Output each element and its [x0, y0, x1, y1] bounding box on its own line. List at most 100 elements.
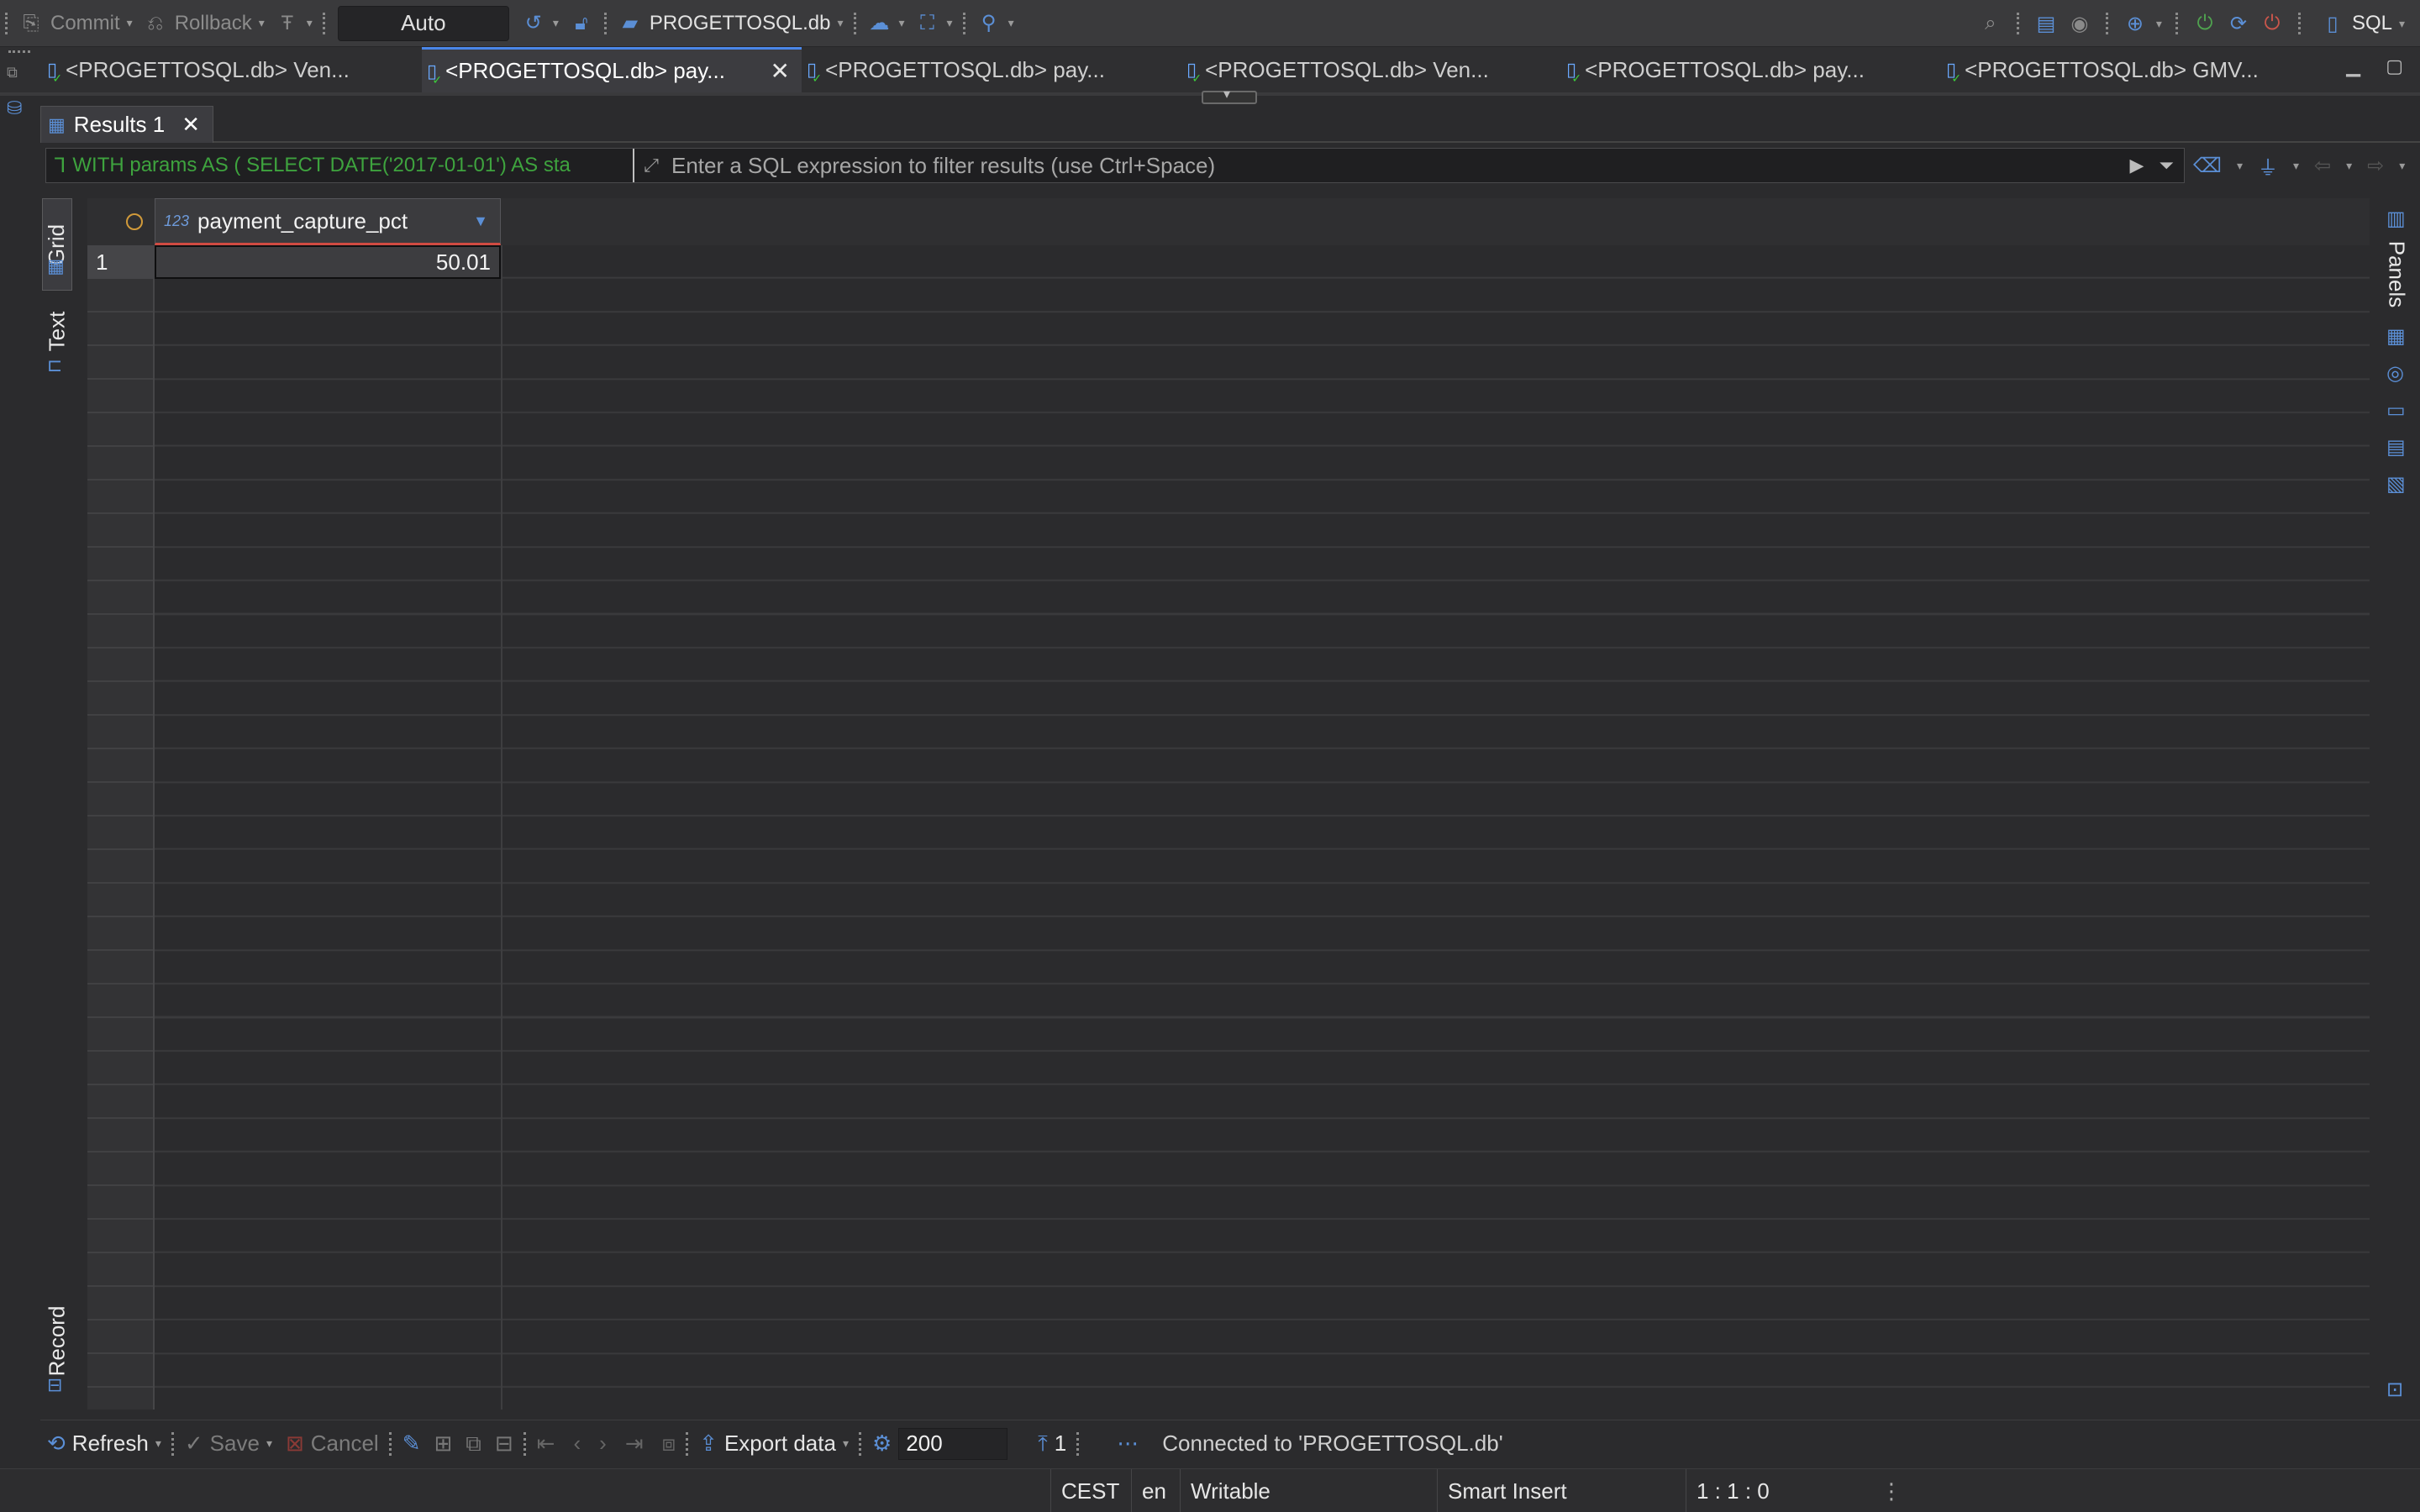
- minimize-icon[interactable]: ▁: [2346, 55, 2360, 77]
- commit-button[interactable]: ⎘ Commit ▾: [13, 0, 138, 47]
- chevron-down-icon[interactable]: ▾: [837, 16, 843, 30]
- disconnect-icon[interactable]: ⏻: [2260, 11, 2285, 36]
- chevron-down-icon[interactable]: ▾: [1008, 16, 1014, 30]
- database-navigator-icon[interactable]: ⛁: [7, 97, 22, 119]
- chevron-down-icon[interactable]: ▾: [553, 16, 559, 30]
- eraser-icon[interactable]: ⌫: [2193, 154, 2222, 178]
- panels-label[interactable]: Panels: [2381, 232, 2412, 316]
- chevron-down-icon[interactable]: ▾: [843, 1436, 849, 1451]
- chevron-down-icon[interactable]: ▾: [307, 16, 313, 30]
- record-icon[interactable]: ⊟: [47, 1374, 62, 1396]
- editor-split-handle[interactable]: [1202, 86, 1257, 104]
- connect-icon[interactable]: ⏻: [2192, 11, 2217, 36]
- transaction-mode-button[interactable]: Ŧ ▾: [270, 0, 318, 47]
- table-cell[interactable]: 50.01: [155, 245, 501, 279]
- rollback-button[interactable]: ⎌ Rollback ▾: [138, 0, 270, 47]
- chevron-down-icon[interactable]: ▾: [259, 16, 265, 30]
- calculator-icon[interactable]: ▭: [2386, 398, 2406, 423]
- network-button[interactable]: ⛶ ▾: [910, 0, 958, 47]
- maximize-icon[interactable]: ▢: [2386, 55, 2403, 77]
- text-icon[interactable]: ⊏: [47, 354, 62, 376]
- chevron-down-icon[interactable]: ▾: [947, 16, 953, 30]
- status-menu-icon[interactable]: ⋮: [1870, 1469, 1912, 1512]
- query-preview[interactable]: Ꞁ WITH params AS ( SELECT DATE('2017-01-…: [46, 149, 634, 182]
- editor-tab[interactable]: ▯ <PROGETTOSQL.db> Ven...: [1181, 47, 1561, 92]
- cursor-position[interactable]: 1 : 1 : 0: [1686, 1469, 1780, 1512]
- edit-row-icon[interactable]: ✎: [402, 1431, 421, 1457]
- editor-tab[interactable]: ▯ <PROGETTOSQL.db> GMV...: [1941, 47, 2321, 92]
- editor-tab[interactable]: ▯ <PROGETTOSQL.db> pay...: [1561, 47, 1941, 92]
- chevron-down-icon[interactable]: ▾: [2237, 159, 2243, 173]
- first-page-icon[interactable]: ⇤: [537, 1431, 555, 1457]
- results-tab[interactable]: ▦ Results 1 ✕: [40, 106, 213, 143]
- table-row[interactable]: 1 50.01: [87, 245, 2370, 279]
- references-icon[interactable]: ▧: [2386, 472, 2406, 496]
- refresh-button[interactable]: ⟲ Refresh ▾: [40, 1431, 168, 1457]
- locale-indicator[interactable]: en: [1131, 1469, 1176, 1512]
- editor-tab[interactable]: ▯ <PROGETTOSQL.db> pay...: [802, 47, 1181, 92]
- filter-history-icon[interactable]: ⏷: [2159, 155, 2174, 176]
- close-icon[interactable]: ✕: [771, 57, 790, 85]
- new-connection-icon[interactable]: ⊕: [2123, 11, 2148, 36]
- grouping-icon[interactable]: ▤: [2386, 435, 2406, 459]
- copy-row-icon[interactable]: ⧉: [466, 1431, 481, 1457]
- chevron-down-icon[interactable]: ▾: [2293, 159, 2299, 173]
- editor-tab-active[interactable]: ▯ <PROGETTOSQL.db> pay... ✕: [422, 47, 802, 92]
- chevron-down-icon[interactable]: ▾: [899, 16, 905, 30]
- avatar-icon[interactable]: ◉: [2067, 11, 2092, 36]
- sql-editor-button[interactable]: ▯ SQL ▾: [2315, 0, 2410, 47]
- select-all-icon[interactable]: [126, 213, 143, 230]
- search-tool-button[interactable]: ⚲ ▾: [971, 0, 1019, 47]
- datasource-selector[interactable]: ▰ PROGETTOSQL.db ▾: [613, 0, 849, 47]
- save-button[interactable]: ✓ Save ▾: [178, 1431, 279, 1457]
- new-folder-icon[interactable]: ▤: [2033, 11, 2059, 36]
- close-icon[interactable]: ✕: [182, 112, 200, 138]
- row-number[interactable]: 1: [87, 245, 155, 279]
- lock-button[interactable]: 🔓︎: [564, 0, 599, 47]
- filter-input[interactable]: [668, 149, 2130, 182]
- chevron-down-icon[interactable]: ▾: [155, 1436, 161, 1451]
- layout-icon[interactable]: ⊡: [2386, 1378, 2403, 1402]
- gear-icon[interactable]: ⚙: [872, 1431, 892, 1457]
- value-viewer-icon[interactable]: ◎: [2386, 361, 2404, 386]
- next-icon[interactable]: ›: [599, 1431, 607, 1457]
- export-data-button[interactable]: ⇪ Export data ▾: [692, 1431, 855, 1457]
- grid-icon[interactable]: ▦: [47, 255, 65, 277]
- writable-indicator[interactable]: Writable: [1180, 1469, 1281, 1512]
- add-row-icon[interactable]: ⊞: [434, 1431, 453, 1457]
- metadata-icon[interactable]: ▦: [2386, 324, 2406, 349]
- grid-corner[interactable]: [87, 198, 155, 245]
- restore-icon[interactable]: ⧉: [7, 64, 18, 81]
- search-icon[interactable]: ⌕: [1978, 11, 2003, 36]
- sort-icon[interactable]: ▼: [473, 213, 488, 230]
- column-divider[interactable]: [501, 245, 502, 1410]
- more-icon[interactable]: ⋯: [1117, 1431, 1139, 1457]
- apply-filter-icon[interactable]: ▶: [2129, 155, 2144, 176]
- cancel-button[interactable]: ⊠ Cancel: [279, 1431, 386, 1457]
- timezone-indicator[interactable]: CEST: [1050, 1469, 1129, 1512]
- chevron-down-icon[interactable]: ▾: [2399, 17, 2405, 31]
- previous-icon[interactable]: ‹: [573, 1431, 581, 1457]
- chevron-down-icon[interactable]: ▾: [127, 16, 133, 30]
- row-count[interactable]: ⤒ 1: [1031, 1431, 1073, 1457]
- back-icon[interactable]: ⇦: [2314, 154, 2331, 178]
- chevron-down-icon[interactable]: ▾: [2346, 159, 2352, 173]
- history-button[interactable]: ↺ ▾: [516, 0, 564, 47]
- toolbar-grip[interactable]: [8, 50, 30, 54]
- forward-icon[interactable]: ⇨: [2367, 154, 2384, 178]
- reconnect-icon[interactable]: ⟳: [2226, 11, 2251, 36]
- fetch-all-icon[interactable]: ⧈: [662, 1431, 676, 1457]
- schema-selector[interactable]: ☁ ▾: [862, 0, 910, 47]
- column-header[interactable]: 123 payment_capture_pct ▼: [155, 198, 501, 245]
- filter-icon[interactable]: ⏚: [2258, 151, 2278, 181]
- transaction-mode-select[interactable]: Auto: [337, 5, 509, 41]
- editor-tab[interactable]: ▯ <PROGETTOSQL.db> Ven...: [42, 47, 422, 92]
- results-grid[interactable]: 123 payment_capture_pct ▼ 1 50.01: [87, 198, 2370, 1410]
- chevron-down-icon[interactable]: ▾: [2399, 159, 2405, 173]
- insert-mode-indicator[interactable]: Smart Insert: [1437, 1469, 1577, 1512]
- panels-toggle-icon[interactable]: ▥: [2386, 207, 2406, 231]
- last-page-icon[interactable]: ⇥: [625, 1431, 644, 1457]
- expand-icon[interactable]: ⤢: [634, 155, 668, 176]
- chevron-down-icon[interactable]: ▾: [2156, 17, 2162, 31]
- fetch-size-input[interactable]: [898, 1427, 1008, 1460]
